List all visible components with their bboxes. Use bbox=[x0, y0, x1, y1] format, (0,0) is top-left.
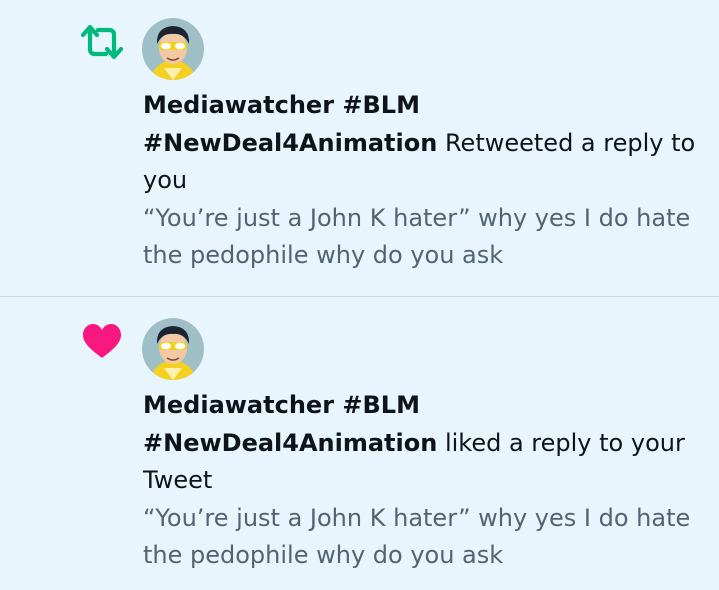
avatar[interactable] bbox=[142, 18, 204, 80]
notification-like[interactable]: Mediawatcher #BLM #NewDeal4Animation lik… bbox=[0, 297, 719, 590]
tweet-preview[interactable]: “You’re just a John K hater” why yes I d… bbox=[143, 204, 690, 270]
user-name-link[interactable]: Mediawatcher #BLM #NewDeal4Animation bbox=[143, 391, 437, 457]
avatar-illustration bbox=[142, 318, 204, 380]
heart-icon bbox=[83, 324, 121, 358]
tweet-preview[interactable]: “You’re just a John K hater” why yes I d… bbox=[143, 504, 690, 570]
avatar-illustration bbox=[142, 18, 204, 80]
retweet-icon bbox=[80, 24, 124, 60]
notification-retweet[interactable]: Mediawatcher #BLM #NewDeal4Animation Ret… bbox=[0, 0, 719, 296]
notification-text: Mediawatcher #BLM #NewDeal4Animation lik… bbox=[143, 387, 703, 575]
avatar[interactable] bbox=[142, 318, 204, 380]
notification-text: Mediawatcher #BLM #NewDeal4Animation Ret… bbox=[143, 87, 703, 275]
notifications-feed: Mediawatcher #BLM #NewDeal4Animation Ret… bbox=[0, 0, 719, 590]
user-name-link[interactable]: Mediawatcher #BLM #NewDeal4Animation bbox=[143, 91, 437, 157]
